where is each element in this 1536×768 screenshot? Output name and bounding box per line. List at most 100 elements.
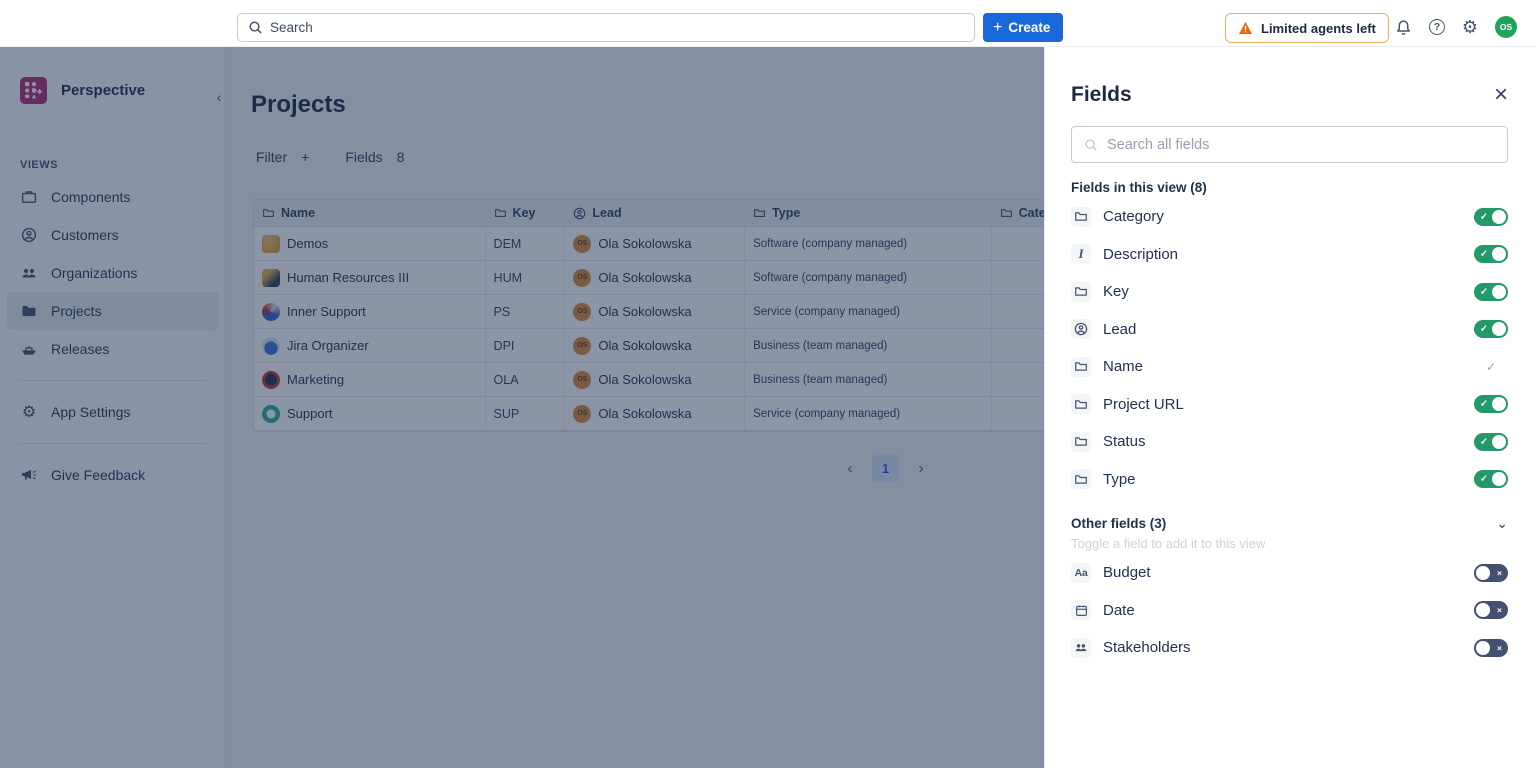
field-toggle[interactable]: ✓ <box>1474 207 1508 226</box>
x-icon: × <box>1497 567 1502 578</box>
fields-panel: Fields × Fields in this view (8) Categor… <box>1044 47 1536 768</box>
projects-table: Name Key Lead Type Category Demos DEM OS <box>253 199 1044 432</box>
search-input[interactable] <box>270 20 964 35</box>
project-type: Software (company managed) <box>745 227 992 260</box>
help-button[interactable]: ? <box>1427 17 1447 37</box>
sidebar-item-label: Customers <box>51 227 119 243</box>
limited-agents-label: Limited agents left <box>1261 20 1376 36</box>
project-name: Support <box>287 406 333 421</box>
folder-icon <box>1071 206 1091 227</box>
lead-avatar: OS <box>573 234 592 253</box>
lead-avatar: OS <box>573 302 592 321</box>
project-icon <box>262 336 280 355</box>
sidebar-item-label: Releases <box>51 341 110 357</box>
italic-text-icon: I <box>1071 244 1091 265</box>
table-row[interactable]: Jira Organizer DPI OS Ola Sokolowska Busi… <box>254 329 1044 363</box>
field-toggle[interactable]: × <box>1474 563 1508 582</box>
sidebar-collapse-button[interactable]: ‹ <box>212 87 226 107</box>
folder-icon <box>1071 356 1091 377</box>
folder-icon <box>1071 431 1091 452</box>
settings-button[interactable]: ⚙ <box>1460 17 1480 37</box>
lead-name: Ola Sokolowska <box>598 338 692 353</box>
sidebar-item-organizations[interactable]: Organizations <box>7 254 219 292</box>
notifications-button[interactable] <box>1393 17 1413 37</box>
project-name: Inner Support <box>287 304 366 319</box>
sidebar-item-projects[interactable]: Projects <box>7 292 219 330</box>
column-header-name[interactable]: Name <box>254 200 486 226</box>
field-toggle[interactable]: ✓ <box>1474 320 1508 339</box>
project-key: OLA <box>486 363 566 396</box>
filter-control[interactable]: Filter + <box>256 149 309 165</box>
sidebar-item-app-settings[interactable]: ⚙ App Settings <box>7 393 219 431</box>
customers-icon <box>21 227 37 243</box>
table-row[interactable]: Inner Support PS OS Ola Sokolowska Servic… <box>254 295 1044 329</box>
project-category <box>992 295 1044 328</box>
project-type: Service (company managed) <box>745 295 992 328</box>
project-key: SUP <box>486 397 566 430</box>
field-toggle[interactable]: ✓ <box>1474 470 1508 489</box>
fields-in-view-label: Fields in this view (8) <box>1071 180 1207 195</box>
user-avatar[interactable]: OS <box>1495 16 1517 38</box>
project-name: Jira Organizer <box>287 338 369 353</box>
project-category <box>992 329 1044 362</box>
lead-name: Ola Sokolowska <box>598 270 692 285</box>
sidebar-item-label: Organizations <box>51 265 138 281</box>
page-1-button[interactable]: 1 <box>872 455 899 482</box>
column-header-key[interactable]: Key <box>486 200 566 226</box>
field-row-lead: Lead ✓ <box>1071 311 1508 349</box>
chevron-down-icon[interactable]: ⌄ <box>1496 515 1508 532</box>
sidebar-nav-feedback: Give Feedback <box>7 456 219 494</box>
create-button[interactable]: + Create <box>983 13 1064 42</box>
sidebar-item-components[interactable]: Components <box>7 178 219 216</box>
check-icon: ✓ <box>1480 323 1488 335</box>
project-category <box>992 227 1044 260</box>
field-toggle[interactable]: ✓ <box>1474 432 1508 451</box>
sidebar-item-label: App Settings <box>51 404 131 420</box>
next-page-button[interactable]: › <box>909 457 933 481</box>
fields-search[interactable] <box>1071 126 1508 163</box>
search-icon <box>1085 138 1097 151</box>
project-icon <box>262 404 280 423</box>
column-header-lead[interactable]: Lead <box>565 200 746 226</box>
field-toggle[interactable]: ✓ <box>1474 245 1508 264</box>
app-logo-icon <box>20 77 47 104</box>
sidebar-item-label: Give Feedback <box>51 467 146 483</box>
table-row[interactable]: Support SUP OS Ola Sokolowska Service (co… <box>254 397 1044 431</box>
field-row-description: I Description ✓ <box>1071 236 1508 274</box>
project-key: DEM <box>486 227 566 260</box>
table-row[interactable]: Marketing OLA OS Ola Sokolowska Business … <box>254 363 1044 397</box>
lead-name: Ola Sokolowska <box>598 406 692 421</box>
global-search[interactable] <box>237 13 975 42</box>
page-title: Projects <box>251 91 346 118</box>
fields-search-input[interactable] <box>1107 136 1495 153</box>
project-name: Demos <box>287 236 329 251</box>
prev-page-button[interactable]: ‹ <box>838 457 862 481</box>
field-toggle[interactable]: × <box>1474 638 1508 657</box>
gear-icon: ⚙ <box>21 404 37 421</box>
table-row[interactable]: Human Resources III HUM OS Ola Sokolowska… <box>254 261 1044 295</box>
sidebar-item-give-feedback[interactable]: Give Feedback <box>7 456 219 494</box>
check-icon: ✓ <box>1480 211 1488 223</box>
table-row[interactable]: Demos DEM OS Ola Sokolowska Software (com… <box>254 227 1044 261</box>
close-icon[interactable]: × <box>1494 83 1508 107</box>
field-toggle[interactable]: ✓ <box>1474 395 1508 414</box>
sidebar-item-customers[interactable]: Customers <box>7 216 219 254</box>
sidebar-item-releases[interactable]: Releases <box>7 330 219 368</box>
folder-icon <box>22 306 36 317</box>
project-category <box>992 397 1044 430</box>
fields-control[interactable]: Fields 8 <box>345 149 404 165</box>
add-filter-icon[interactable]: + <box>301 149 309 165</box>
check-icon: ✓ <box>1480 248 1488 260</box>
column-header-category[interactable]: Category <box>992 200 1044 226</box>
warning-icon <box>1238 21 1253 35</box>
project-icon <box>262 234 280 253</box>
limited-agents-banner[interactable]: Limited agents left <box>1225 13 1389 43</box>
other-fields-hint: Toggle a field to add it to this view <box>1071 536 1266 551</box>
folder-icon <box>1071 281 1091 302</box>
brand: Perspective <box>20 77 145 104</box>
field-toggle[interactable]: ✓ <box>1474 282 1508 301</box>
project-category <box>992 363 1044 396</box>
lead-avatar: OS <box>573 404 592 423</box>
field-toggle[interactable]: × <box>1474 601 1508 620</box>
column-header-type[interactable]: Type <box>745 200 992 226</box>
